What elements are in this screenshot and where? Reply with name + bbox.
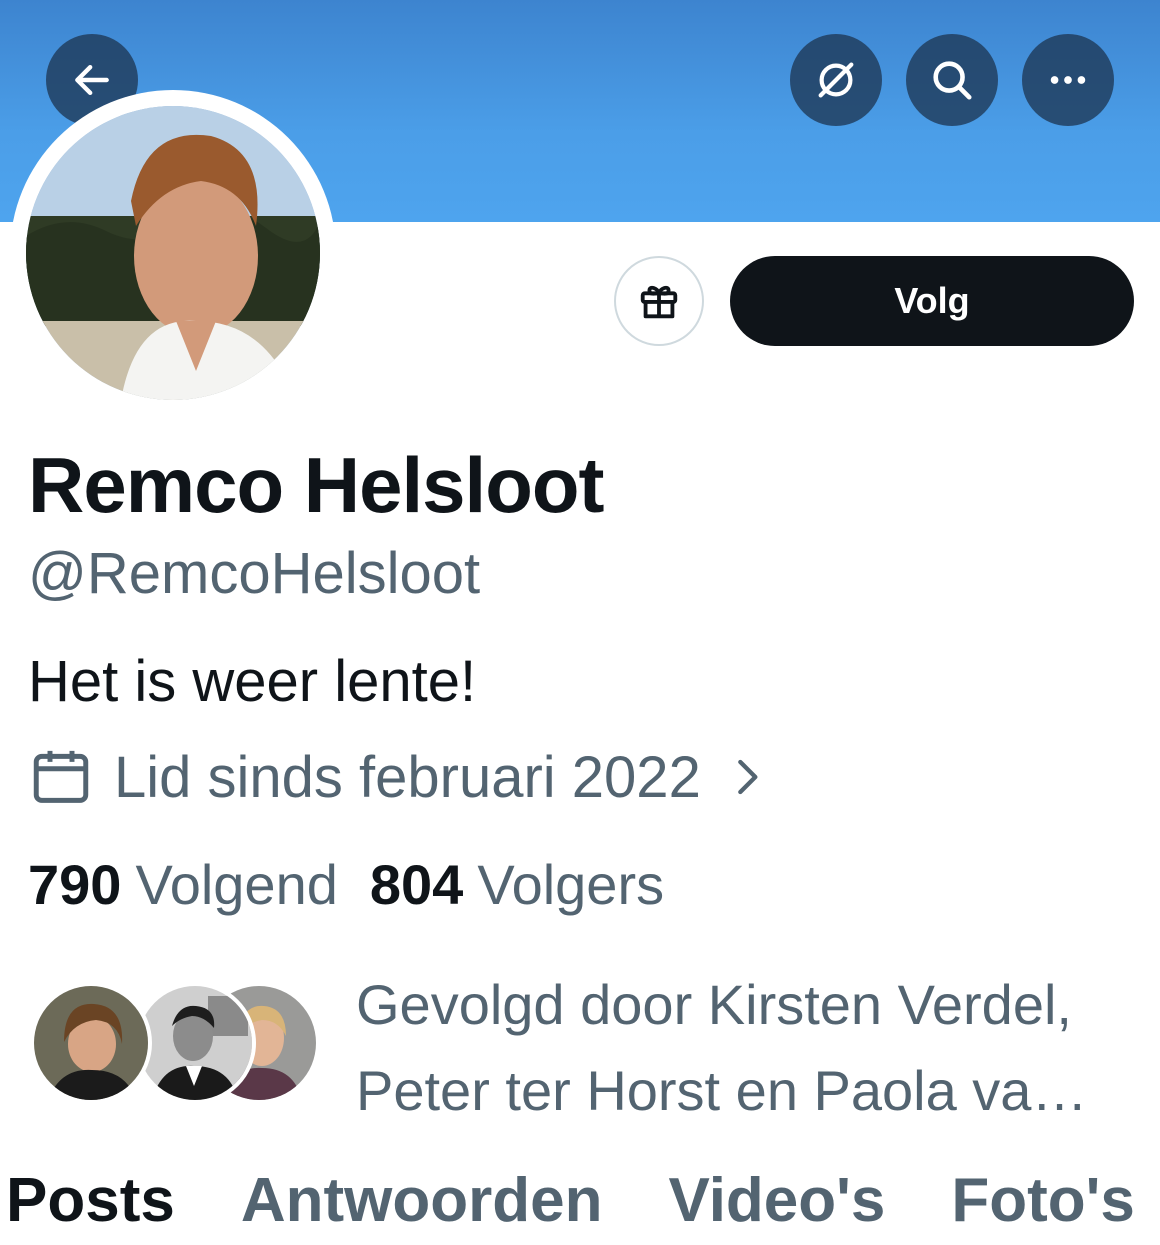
follow-button[interactable]: Volg bbox=[730, 256, 1134, 346]
profile-name: Remco Helsloot bbox=[28, 441, 604, 529]
profile-tabs: Posts Antwoorden Video's Foto's bbox=[0, 1165, 1160, 1245]
follower-avatar-1 bbox=[30, 982, 152, 1104]
followers-link[interactable]: 804 Volgers bbox=[370, 852, 664, 917]
joined-date[interactable]: Lid sinds februari 2022 bbox=[28, 742, 767, 812]
profile-bio: Het is weer lente! bbox=[28, 649, 477, 714]
gift-icon bbox=[640, 285, 678, 319]
search-button[interactable] bbox=[906, 34, 998, 126]
followers-label: Volgers bbox=[477, 853, 665, 916]
search-icon bbox=[933, 61, 972, 100]
tab-posts[interactable]: Posts bbox=[6, 1165, 175, 1245]
calendar-icon bbox=[33, 750, 89, 803]
follow-stats: 790 Volgend 804 Volgers bbox=[28, 852, 664, 917]
joined-text: Lid sinds februari 2022 bbox=[114, 744, 701, 810]
more-button[interactable] bbox=[1022, 34, 1114, 126]
tab-replies[interactable]: Antwoorden bbox=[241, 1165, 603, 1245]
grok-icon bbox=[818, 62, 854, 98]
following-count: 790 bbox=[28, 853, 122, 916]
arrow-left-icon bbox=[75, 64, 109, 96]
chevron-right-icon bbox=[727, 757, 767, 797]
followed-by-text[interactable]: Gevolgd door Kirsten Verdel, Peter ter H… bbox=[356, 962, 1146, 1134]
following-link[interactable]: 790 Volgend bbox=[28, 852, 338, 917]
follower-avatar-2 bbox=[134, 982, 256, 1104]
tab-videos[interactable]: Video's bbox=[668, 1165, 885, 1245]
tab-photos[interactable]: Foto's bbox=[951, 1165, 1135, 1245]
more-horizontal-icon bbox=[1050, 76, 1086, 84]
following-label: Volgend bbox=[135, 853, 338, 916]
followers-count: 804 bbox=[369, 853, 464, 916]
gift-button[interactable] bbox=[614, 256, 704, 346]
avatar[interactable] bbox=[26, 106, 320, 400]
grok-button[interactable] bbox=[790, 34, 882, 126]
profile-handle: @RemcoHelsloot bbox=[28, 541, 481, 606]
avatar-photo bbox=[26, 106, 320, 400]
